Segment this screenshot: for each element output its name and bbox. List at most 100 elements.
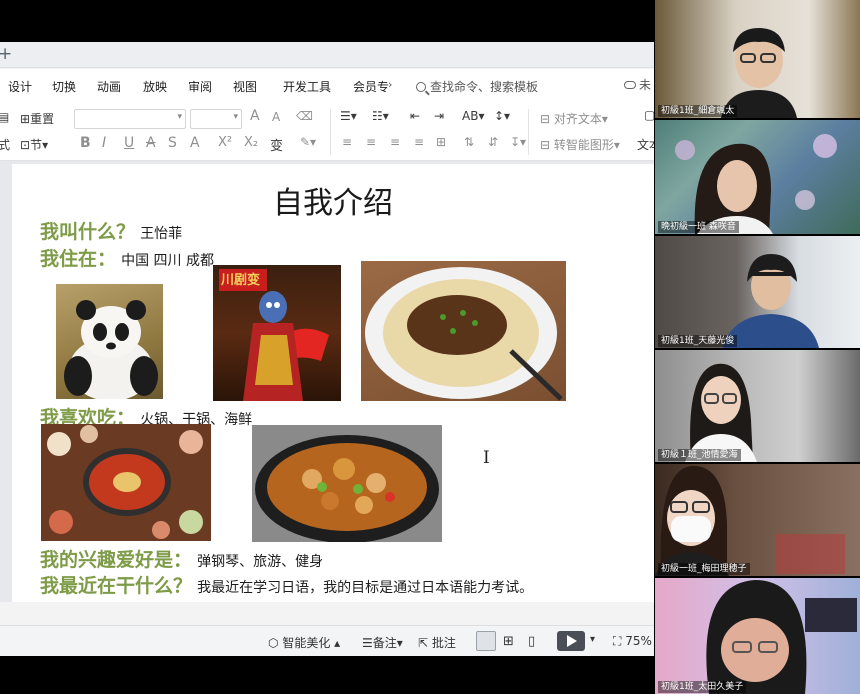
phonetic-button[interactable]: 变: [270, 135, 283, 154]
grow-font-icon[interactable]: A: [250, 108, 260, 124]
align-text-icon: ⊟: [540, 112, 551, 126]
noodles-illustration: [365, 267, 563, 401]
section-icon: ⊡: [20, 138, 31, 152]
spacing-before-icon[interactable]: ⇅: [464, 135, 474, 149]
opera-banner-text: 川剧变: [221, 273, 261, 288]
intro-line-name[interactable]: 我叫什么？ 王怡菲: [40, 217, 182, 244]
font-family-select[interactable]: [74, 109, 186, 129]
zoom-control[interactable]: ⛶ 75%: [613, 634, 652, 649]
shadow-button[interactable]: S: [168, 135, 177, 151]
participant-video-2: [675, 134, 837, 234]
participant-name-3: 初級1班_天藤光俊: [658, 335, 738, 347]
question-hobby: 我的兴趣爱好是：: [40, 549, 193, 571]
comments-button[interactable]: ⇱ 批注: [418, 634, 456, 651]
fit-window-icon: ⛶: [613, 634, 622, 648]
hotpot-photo[interactable]: [41, 424, 211, 541]
menu-tab-review[interactable]: 审阅: [188, 78, 212, 95]
superscript-button[interactable]: X²: [218, 135, 232, 150]
format-painter-button[interactable]: 式: [0, 136, 10, 153]
menu-tab-design[interactable]: 设计: [8, 78, 32, 95]
slide-canvas[interactable]: 自我介绍 我叫什么？ 王怡菲 我住在： 中国 四川 成都 川剧变 我喜欢吃： 火…: [12, 164, 654, 602]
reset-icon: ⊞: [20, 112, 31, 126]
textbox-button[interactable]: 文本: [637, 136, 654, 153]
align-left-icon[interactable]: ≡: [342, 135, 352, 149]
participant-video-3: [723, 254, 819, 348]
slide-title[interactable]: 自我介绍: [12, 178, 654, 222]
line-spacing-icon[interactable]: ↕▾: [494, 109, 510, 123]
menu-tab-animation[interactable]: 动画: [97, 78, 121, 95]
document-tab-bar: +: [0, 42, 654, 68]
smart-beautify-button[interactable]: ⬡ 智能美化 ▴: [268, 634, 340, 651]
search-icon: [416, 82, 426, 92]
search-placeholder: 查找命令、搜索模板: [430, 80, 539, 94]
sichuan-opera-photo[interactable]: 川剧变: [213, 265, 341, 401]
underline-button[interactable]: U: [124, 135, 134, 151]
align-right-icon[interactable]: ≡: [390, 135, 400, 149]
reset-label: 重置: [30, 112, 55, 126]
participant-tile-6[interactable]: 初級1班_太田久美子: [655, 578, 860, 694]
question-residence: 我住在：: [40, 248, 117, 270]
font-color-button[interactable]: A: [190, 135, 200, 151]
menu-tab-developer[interactable]: 开发工具: [283, 78, 331, 95]
slideshow-play-button[interactable]: [557, 631, 585, 651]
menu-tab-slideshow[interactable]: 放映: [143, 78, 167, 95]
panda-photo[interactable]: [56, 284, 163, 399]
subscript-button[interactable]: X₂: [244, 135, 258, 150]
menu-more-chevron-icon[interactable]: ›: [388, 78, 392, 91]
convert-smartart-button[interactable]: ⊟ 转智能图形▾: [540, 136, 620, 153]
dry-pot-photo[interactable]: [252, 425, 442, 542]
numbered-list-icon[interactable]: ☷▾: [372, 109, 389, 123]
cloud-icon: [624, 81, 636, 89]
clear-format-icon[interactable]: ⌫: [296, 109, 313, 123]
participant-tile-4[interactable]: 初級１班_池情愛海: [655, 350, 860, 462]
highlight-icon[interactable]: ✎▾: [300, 135, 316, 149]
participant-name-6: 初級1班_太田久美子: [658, 681, 747, 693]
decrease-indent-icon[interactable]: ⇤: [410, 109, 420, 123]
participant-tile-3[interactable]: 初級1班_天藤光俊: [655, 236, 860, 348]
menu-tab-view[interactable]: 视图: [233, 78, 257, 95]
justify-icon[interactable]: ≡: [414, 135, 424, 149]
paragraph-spacing-icon[interactable]: ↧▾: [510, 135, 526, 149]
command-search[interactable]: 查找命令、搜索模板: [416, 78, 538, 95]
text-direction-icon[interactable]: AB▾: [462, 109, 484, 123]
align-center-icon[interactable]: ≡: [366, 135, 376, 149]
participant-tile-5[interactable]: 初級一班_梅田理穂子: [655, 464, 860, 576]
new-tab-plus-icon[interactable]: +: [0, 44, 12, 64]
textbox-icon[interactable]: ▢: [644, 108, 654, 122]
beautify-icon: ⬡: [268, 636, 279, 650]
participant-video-6: [706, 580, 857, 694]
participant-tile-2[interactable]: 晩初級一班 森咲音: [655, 120, 860, 234]
italic-button[interactable]: I: [102, 135, 106, 151]
intro-line-residence[interactable]: 我住在： 中国 四川 成都: [40, 244, 214, 271]
normal-view-button[interactable]: [476, 631, 496, 651]
bold-button[interactable]: B: [80, 135, 91, 151]
bullet-list-icon[interactable]: ☰▾: [340, 109, 357, 123]
align-text-button[interactable]: ⊟ 对齐文本▾: [540, 110, 608, 127]
participant-tile-1[interactable]: 初級1班_細倉颯太: [655, 0, 860, 118]
distribute-icon[interactable]: ⊞: [436, 135, 446, 149]
section-button[interactable]: ⊡节▾: [20, 136, 48, 153]
participant-name-4: 初級１班_池情愛海: [658, 449, 741, 461]
menu-tab-member[interactable]: 会员专: [353, 78, 389, 95]
columns-icon[interactable]: ⇵: [488, 135, 498, 149]
participant-video-5: [655, 465, 845, 576]
slide-sorter-icon[interactable]: ⊞: [503, 634, 514, 649]
cloud-sync-status[interactable]: 未: [624, 76, 651, 93]
notes-button[interactable]: ☰备注▾: [362, 634, 403, 651]
intro-line-hobby[interactable]: 我的兴趣爱好是： 弹钢琴、旅游、健身: [40, 545, 323, 572]
answer-name: 王怡菲: [140, 226, 183, 242]
drypot-illustration: [252, 425, 442, 542]
font-size-select[interactable]: [190, 109, 242, 129]
reading-view-icon[interactable]: ▯: [528, 634, 535, 649]
menu-bar: 设计 切换 动画 放映 审阅 视图 开发工具 会员专 › 查找命令、搜索模板 未: [0, 69, 654, 103]
layout-icon[interactable]: ▤: [0, 110, 9, 124]
reset-button[interactable]: ⊞重置: [20, 110, 54, 127]
shrink-font-icon[interactable]: A: [272, 110, 280, 124]
increase-indent-icon[interactable]: ⇥: [434, 109, 444, 123]
intro-line-recent[interactable]: 我最近在干什么？ 我最近在学习日语，我的目标是通过日本语能力考试。: [40, 571, 533, 598]
play-options-chevron-icon[interactable]: ▾: [590, 634, 595, 645]
menu-tab-transition[interactable]: 切换: [52, 78, 76, 95]
ribbon-toolbar: ▤ ⊞重置 A A ⌫ ☰▾ ☷▾ ⇤ ⇥ AB▾ ↕▾ ⊟ 对齐文本▾ ▢ 式…: [0, 103, 654, 161]
dandan-noodles-photo[interactable]: [361, 261, 566, 401]
strikethrough-button[interactable]: A: [146, 135, 156, 151]
